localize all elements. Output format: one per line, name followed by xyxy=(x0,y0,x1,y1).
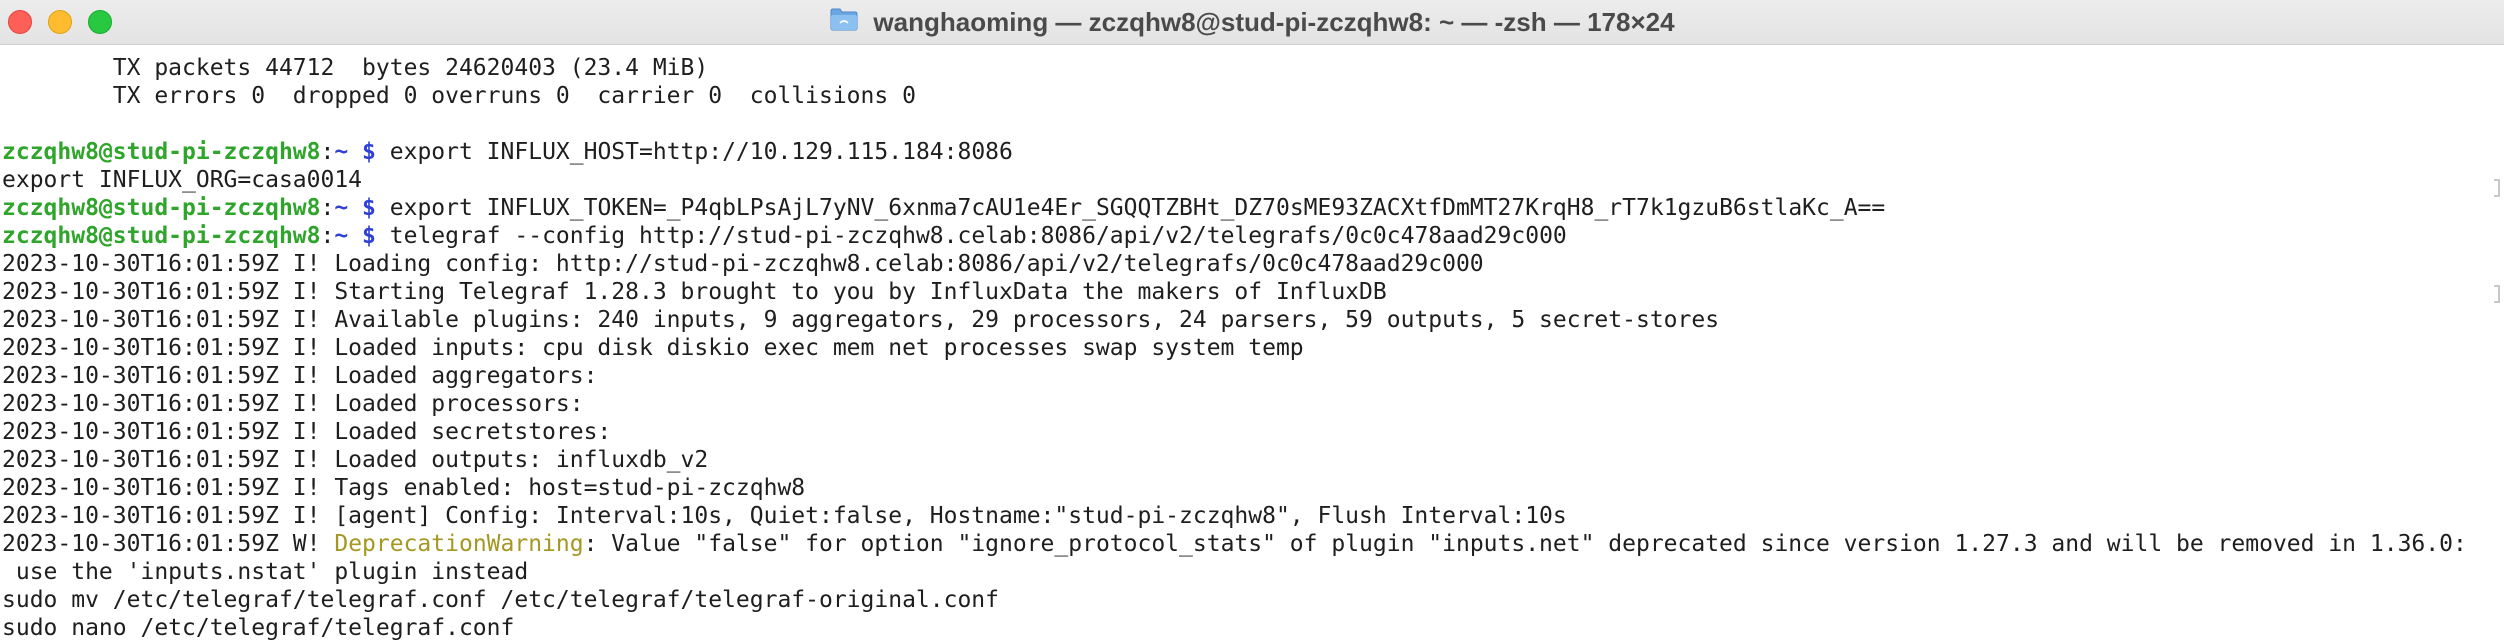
terminal-line: 2023-10-30T16:01:59Z I! Loaded processor… xyxy=(0,390,2504,418)
deprecation-warning-label: DeprecationWarning xyxy=(334,531,584,557)
output-text: 2023-10-30T16:01:59Z I! Loaded aggregato… xyxy=(2,363,598,389)
output-text: export INFLUX_ORG=casa0014 xyxy=(2,167,363,193)
terminal-line: export INFLUX_ORG=casa0014 xyxy=(0,166,2504,194)
terminal-line: use the 'inputs.nstat' plugin instead xyxy=(0,558,2504,586)
output-text: 2023-10-30T16:01:59Z I! Starting Telegra… xyxy=(2,279,1387,305)
terminal-prompt-line: zczqhw8@stud-pi-zczqhw8:~ $ telegraf --c… xyxy=(0,222,2504,250)
output-text: TX packets 44712 bytes 24620403 (23.4 Mi… xyxy=(2,55,709,81)
terminal-line: 2023-10-30T16:01:59Z I! Loaded aggregato… xyxy=(0,362,2504,390)
terminal-output[interactable]: TX packets 44712 bytes 24620403 (23.4 Mi… xyxy=(0,44,2504,640)
terminal-window: wanghaoming — zczqhw8@stud-pi-zczqhw8: ~… xyxy=(0,0,2504,640)
scroll-marker xyxy=(2494,179,2500,197)
output-text: 2023-10-30T16:01:59Z I! Loaded outputs: … xyxy=(2,447,709,473)
prompt-separator: : xyxy=(320,223,335,249)
output-text: 2023-10-30T16:01:59Z I! Loaded secretsto… xyxy=(2,419,612,445)
terminal-line: 2023-10-30T16:01:59Z I! Loaded inputs: c… xyxy=(0,334,2504,362)
output-text: sudo nano /etc/telegraf/telegraf.conf xyxy=(2,615,515,640)
output-text: use the 'inputs.nstat' plugin instead xyxy=(2,559,529,585)
terminal-line: TX errors 0 dropped 0 overruns 0 carrier… xyxy=(0,82,2504,110)
terminal-line: 2023-10-30T16:01:59Z I! Available plugin… xyxy=(0,306,2504,334)
window-title-area: wanghaoming — zczqhw8@stud-pi-zczqhw8: ~… xyxy=(0,0,2504,44)
title-bar[interactable]: wanghaoming — zczqhw8@stud-pi-zczqhw8: ~… xyxy=(0,0,2504,45)
prompt-separator: : xyxy=(320,195,335,221)
terminal-prompt-line: zczqhw8@stud-pi-zczqhw8:~ $ export INFLU… xyxy=(0,138,2504,166)
output-text: sudo mv /etc/telegraf/telegraf.conf /etc… xyxy=(2,587,999,613)
window-title: wanghaoming — zczqhw8@stud-pi-zczqhw8: ~… xyxy=(873,7,1675,38)
output-text: 2023-10-30T16:01:59Z W! xyxy=(2,531,335,557)
output-text: 2023-10-30T16:01:59Z I! Loaded processor… xyxy=(2,391,584,417)
prompt-user-host: zczqhw8@stud-pi-zczqhw8 xyxy=(2,223,321,249)
terminal-line: sudo nano /etc/telegraf/telegraf.conf xyxy=(0,614,2504,640)
output-text: 2023-10-30T16:01:59Z I! [agent] Config: … xyxy=(2,503,1567,529)
prompt-path: ~ $ xyxy=(334,223,376,249)
command-text: telegraf --config http://stud-pi-zczqhw8… xyxy=(375,223,1567,249)
output-text: 2023-10-30T16:01:59Z I! Available plugin… xyxy=(2,307,1720,333)
prompt-separator: : xyxy=(320,139,335,165)
terminal-line: 2023-10-30T16:01:59Z I! Loading config: … xyxy=(0,250,2504,278)
prompt-user-host: zczqhw8@stud-pi-zczqhw8 xyxy=(2,195,321,221)
command-text: export INFLUX_TOKEN=_P4qbLPsAjL7yNV_6xnm… xyxy=(375,195,1886,221)
prompt-path: ~ $ xyxy=(334,139,376,165)
output-text: 2023-10-30T16:01:59Z I! Loaded inputs: c… xyxy=(2,335,1304,361)
output-text: 2023-10-30T16:01:59Z I! Loading config: … xyxy=(2,251,1484,277)
output-text: 2023-10-30T16:01:59Z I! Tags enabled: ho… xyxy=(2,475,806,501)
terminal-line: 2023-10-30T16:01:59Z I! [agent] Config: … xyxy=(0,502,2504,530)
output-text: : Value "false" for option "ignore_proto… xyxy=(583,531,2467,557)
terminal-line: 2023-10-30T16:01:59Z I! Starting Telegra… xyxy=(0,278,2504,306)
terminal-line: 2023-10-30T16:01:59Z W! DeprecationWarni… xyxy=(0,530,2504,558)
terminal-line: 2023-10-30T16:01:59Z I! Loaded outputs: … xyxy=(0,446,2504,474)
terminal-line: 2023-10-30T16:01:59Z I! Loaded secretsto… xyxy=(0,418,2504,446)
scroll-marker xyxy=(2494,285,2500,303)
prompt-user-host: zczqhw8@stud-pi-zczqhw8 xyxy=(2,139,321,165)
command-text: export INFLUX_HOST=http://10.129.115.184… xyxy=(375,139,1013,165)
terminal-line: TX packets 44712 bytes 24620403 (23.4 Mi… xyxy=(0,54,2504,82)
terminal-line: 2023-10-30T16:01:59Z I! Tags enabled: ho… xyxy=(0,474,2504,502)
output-text: TX errors 0 dropped 0 overruns 0 carrier… xyxy=(2,83,916,109)
terminal-line: sudo mv /etc/telegraf/telegraf.conf /etc… xyxy=(0,586,2504,614)
terminal-prompt-line: zczqhw8@stud-pi-zczqhw8:~ $ export INFLU… xyxy=(0,194,2504,222)
prompt-path: ~ $ xyxy=(334,195,376,221)
folder-icon xyxy=(829,6,859,32)
